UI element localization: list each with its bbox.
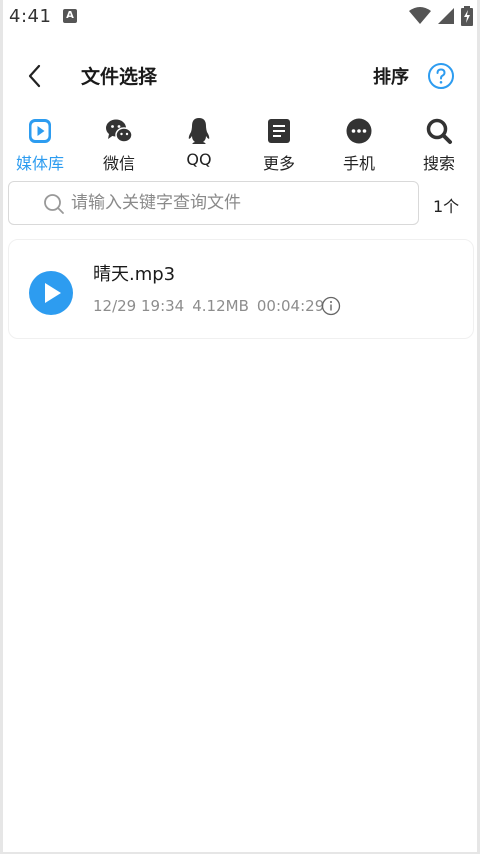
file-duration: 00:04:29 [256, 297, 325, 315]
qq-penguin-icon [188, 118, 210, 144]
back-arrow-icon[interactable] [23, 62, 47, 90]
tab-label: 搜索 [422, 154, 455, 173]
search-box [8, 181, 419, 225]
info-icon[interactable] [321, 296, 341, 316]
tab-label: 微信 [102, 154, 135, 173]
app-bar: 文件选择 排序 [3, 50, 477, 102]
tab-media-library[interactable]: 媒体库 [8, 112, 72, 174]
search-icon [426, 118, 452, 144]
signal-icon [438, 8, 454, 24]
tab-qq[interactable]: QQ [167, 112, 231, 174]
tab-phone[interactable]: 手机 [327, 112, 391, 174]
search-input-icon [44, 194, 64, 214]
tab-search[interactable]: 搜索 [407, 112, 471, 174]
phone-dots-icon [346, 118, 372, 144]
tab-more[interactable]: 更多 [247, 112, 311, 174]
file-size: 4.12MB [192, 297, 249, 315]
list-item[interactable]: 晴天.mp3 12/29 19:34 4.12MB 00:04:29 [8, 239, 474, 339]
search-input[interactable] [71, 188, 401, 218]
media-library-icon [29, 119, 51, 143]
wechat-icon [106, 119, 133, 143]
tab-wechat[interactable]: 微信 [87, 112, 151, 174]
a-notification-icon: A [63, 9, 77, 23]
tab-label: QQ [186, 150, 212, 169]
more-doc-icon [268, 119, 290, 143]
file-date: 12/29 19:34 [93, 297, 185, 315]
status-bar: 4:41 A [3, 0, 477, 32]
help-question-icon[interactable] [427, 62, 455, 90]
tab-label: 手机 [342, 154, 375, 173]
file-meta: 12/29 19:34 4.12MB 00:04:29 [93, 297, 324, 315]
tab-label: 更多 [262, 154, 295, 173]
status-time: 4:41 [9, 6, 52, 27]
battery-icon [461, 6, 473, 26]
file-name: 晴天.mp3 [93, 264, 176, 285]
page-title: 文件选择 [81, 66, 158, 88]
play-icon[interactable] [29, 271, 73, 315]
sort-button[interactable]: 排序 [373, 63, 409, 89]
tab-label: 媒体库 [15, 154, 64, 173]
file-count: 1个 [433, 197, 460, 216]
source-tabs: 媒体库 微信 QQ 更多 手机 搜索 [3, 112, 477, 174]
app-screen: 4:41 A 文件选择 排序 媒体库 微信 QQ 更多 手机 搜索 请输入关键字… [3, 0, 477, 852]
wifi-icon [409, 7, 431, 24]
status-right [409, 6, 473, 26]
